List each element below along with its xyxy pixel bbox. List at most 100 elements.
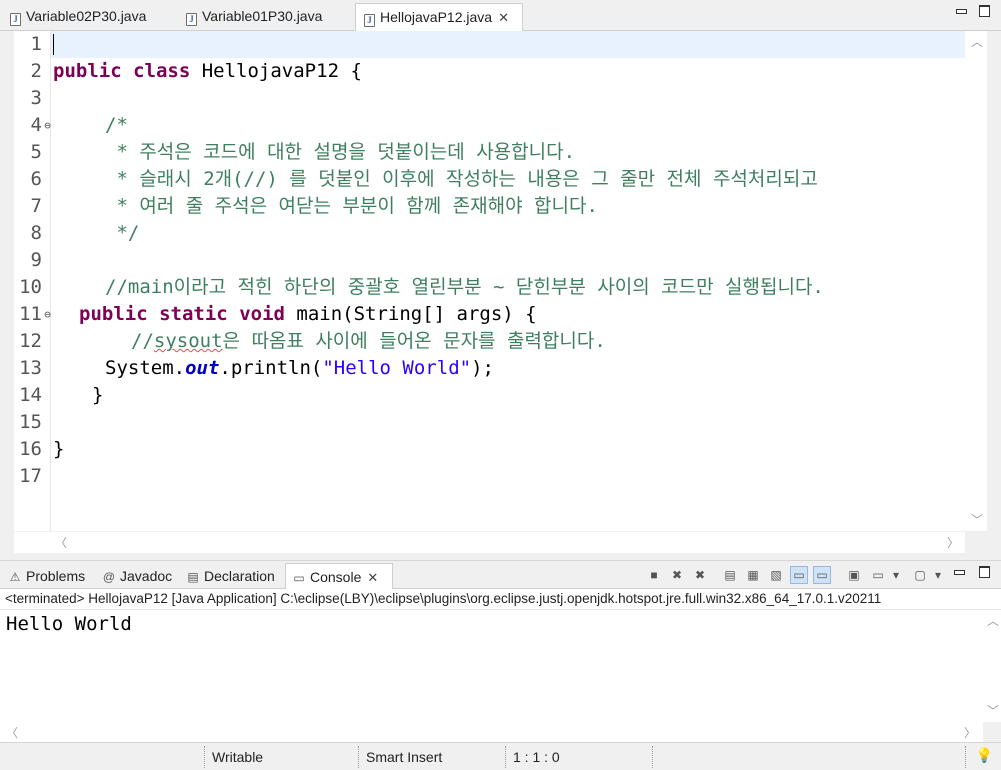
code-line: * 여러 줄 주석은 여닫는 부분이 함께 존재해야 합니다. <box>105 195 598 217</box>
line-number: 10 <box>19 276 42 298</box>
scroll-left-icon[interactable]: 〈 <box>6 724 18 741</box>
line-number: 3 <box>30 87 42 109</box>
tab-hellojavap12[interactable]: J HellojavaP12.java ✕ <box>355 3 523 32</box>
eclipse-window: J Variable02P30.java J Variable01P30.java … <box>0 0 1001 770</box>
editor-vertical-scrollbar[interactable]: ︿ ﹀ <box>965 31 987 531</box>
code-line: * 슬래시 2개(//) 를 덧붙인 이후에 작성하는 내용은 그 줄만 전체 … <box>105 168 818 190</box>
scroll-up-icon[interactable]: ︿ <box>987 612 999 629</box>
code-line: } <box>92 384 104 406</box>
display-console-icon[interactable]: ▭ <box>869 566 887 584</box>
code-line: * 주석은 코드에 대한 설명을 덧붙이는데 사용합니다. <box>105 141 576 163</box>
code-line: public static void main(String[] args) { <box>79 303 537 325</box>
tab-variable02p30[interactable]: J Variable02P30.java <box>2 3 146 31</box>
status-separator <box>505 746 506 768</box>
pin-console-icon[interactable]: ▣ <box>845 566 863 584</box>
line-number: 5 <box>30 141 42 163</box>
code-line: public class HellojavaP12 { <box>53 60 362 82</box>
code-line: //sysout은 따옴표 사이에 들어온 문자를 출력합니다. <box>131 330 606 352</box>
javadoc-icon: @ <box>102 570 116 584</box>
code-editor[interactable]: 1 2 public class HellojavaP12 { 3 4 ⊖/* 5 … <box>14 31 987 553</box>
fold-collapse-icon[interactable]: ⊖ <box>43 112 52 139</box>
java-file-icon: J <box>186 13 197 26</box>
line-number: 4 <box>30 114 42 136</box>
chevron-down-icon[interactable]: ▾ <box>887 566 905 584</box>
line-number: 11 <box>19 303 42 325</box>
fold-collapse-icon[interactable]: ⊖ <box>43 301 52 328</box>
close-icon[interactable]: ✕ <box>498 5 509 31</box>
clear-console-icon[interactable]: ▤ <box>721 566 739 584</box>
console-toolbar: ■ ✖ ✖ ▤ ▦ ▧ ▭ ▭ ▣ ▭ ▾ ▢ ▾ <box>645 566 1001 586</box>
tab-problems[interactable]: ⚠ Problems <box>2 563 86 589</box>
minimize-icon[interactable] <box>955 5 967 15</box>
tab-variable01p30[interactable]: J Variable01P30.java <box>178 3 322 31</box>
scroll-right-icon[interactable]: 〉 <box>947 534 959 551</box>
scroll-corner <box>965 531 987 553</box>
word-wrap-icon[interactable]: ▧ <box>767 566 785 584</box>
console-vertical-scrollbar[interactable]: ︿ ﹀ <box>983 610 1001 722</box>
status-writable: Writable <box>212 749 264 765</box>
editor-tab-bar: J Variable02P30.java J Variable01P30.java … <box>0 0 1001 32</box>
tab-javadoc[interactable]: @ Javadoc <box>96 563 172 589</box>
scroll-right-icon[interactable]: 〉 <box>964 724 976 741</box>
scroll-left-icon[interactable]: 〈 <box>55 534 67 551</box>
current-line-highlight <box>51 31 965 58</box>
lightbulb-icon[interactable]: 💡 <box>976 747 993 764</box>
console-horizontal-scrollbar[interactable]: 〈 〉 <box>0 722 983 742</box>
scroll-lock-icon[interactable]: ▦ <box>744 566 762 584</box>
tab-declaration[interactable]: ▤ Declaration <box>180 563 275 589</box>
line-number: 14 <box>19 384 42 406</box>
status-separator <box>204 746 205 768</box>
line-number: 16 <box>19 438 42 460</box>
line-number: 13 <box>19 357 42 379</box>
problems-icon: ⚠ <box>9 570 21 584</box>
code-line: /* <box>105 114 128 136</box>
open-console-icon[interactable]: ▢ <box>911 566 929 584</box>
line-number: 6 <box>30 168 42 190</box>
line-number: 2 <box>30 60 42 82</box>
scroll-down-icon[interactable]: ﹀ <box>971 511 983 528</box>
java-file-icon: J <box>10 13 21 26</box>
status-bar: Writable Smart Insert 1 : 1 : 0 💡 <box>0 742 1001 770</box>
console-icon: ▭ <box>293 571 305 585</box>
minimize-icon[interactable] <box>953 566 965 576</box>
line-number: 15 <box>19 411 42 433</box>
maximize-icon[interactable] <box>978 566 990 578</box>
editor-horizontal-scrollbar[interactable]: 〈 〉 <box>14 531 965 553</box>
line-number: 8 <box>30 222 42 244</box>
declaration-icon: ▤ <box>187 570 199 584</box>
spelling-underline: sysout <box>153 330 223 352</box>
console-output-area[interactable]: Hello World <box>0 610 983 722</box>
status-separator <box>965 746 966 768</box>
show-on-stdout-icon[interactable]: ▭ <box>790 566 808 584</box>
show-on-stderr-icon[interactable]: ▭ <box>813 566 831 584</box>
tab-console[interactable]: ▭ Console ✕ <box>285 563 393 591</box>
text-caret <box>53 34 54 55</box>
status-separator <box>358 746 359 768</box>
console-process-label: <terminated> HellojavaP12 [Java Applicat… <box>0 589 1001 610</box>
scroll-corner <box>983 722 1001 742</box>
line-number: 9 <box>30 249 42 271</box>
remove-launch-icon[interactable]: ✖ <box>668 566 686 584</box>
status-separator <box>652 746 653 768</box>
console-output-text: Hello World <box>6 613 132 635</box>
editor-right-gutter <box>987 31 1001 553</box>
status-cursor-position: 1 : 1 : 0 <box>513 749 560 765</box>
line-number: 1 <box>30 33 42 55</box>
code-line: } <box>53 438 65 460</box>
code-line: */ <box>105 222 140 244</box>
status-insert-mode: Smart Insert <box>366 749 443 765</box>
code-line: //main이라고 적힌 하단의 중괄호 열린부분 ~ 닫힌부분 사이의 코드만… <box>105 276 824 298</box>
scroll-down-icon[interactable]: ﹀ <box>987 702 999 719</box>
code-line: System.out.println("Hello World"); <box>105 357 494 379</box>
panel-tab-bar: ⚠ Problems @ Javadoc ▤ Declaration ▭ Console… <box>0 560 1001 591</box>
chevron-down-icon[interactable]: ▾ <box>929 566 947 584</box>
java-file-icon: J <box>364 14 375 27</box>
maximize-icon[interactable] <box>978 5 990 17</box>
terminate-icon[interactable]: ■ <box>645 566 663 584</box>
close-icon[interactable]: ✕ <box>367 565 378 591</box>
remove-all-terminated-icon[interactable]: ✖ <box>691 566 709 584</box>
line-number: 12 <box>19 330 42 352</box>
scroll-up-icon[interactable]: ︿ <box>971 33 983 50</box>
line-number: 17 <box>19 465 42 487</box>
line-number: 7 <box>30 195 42 217</box>
